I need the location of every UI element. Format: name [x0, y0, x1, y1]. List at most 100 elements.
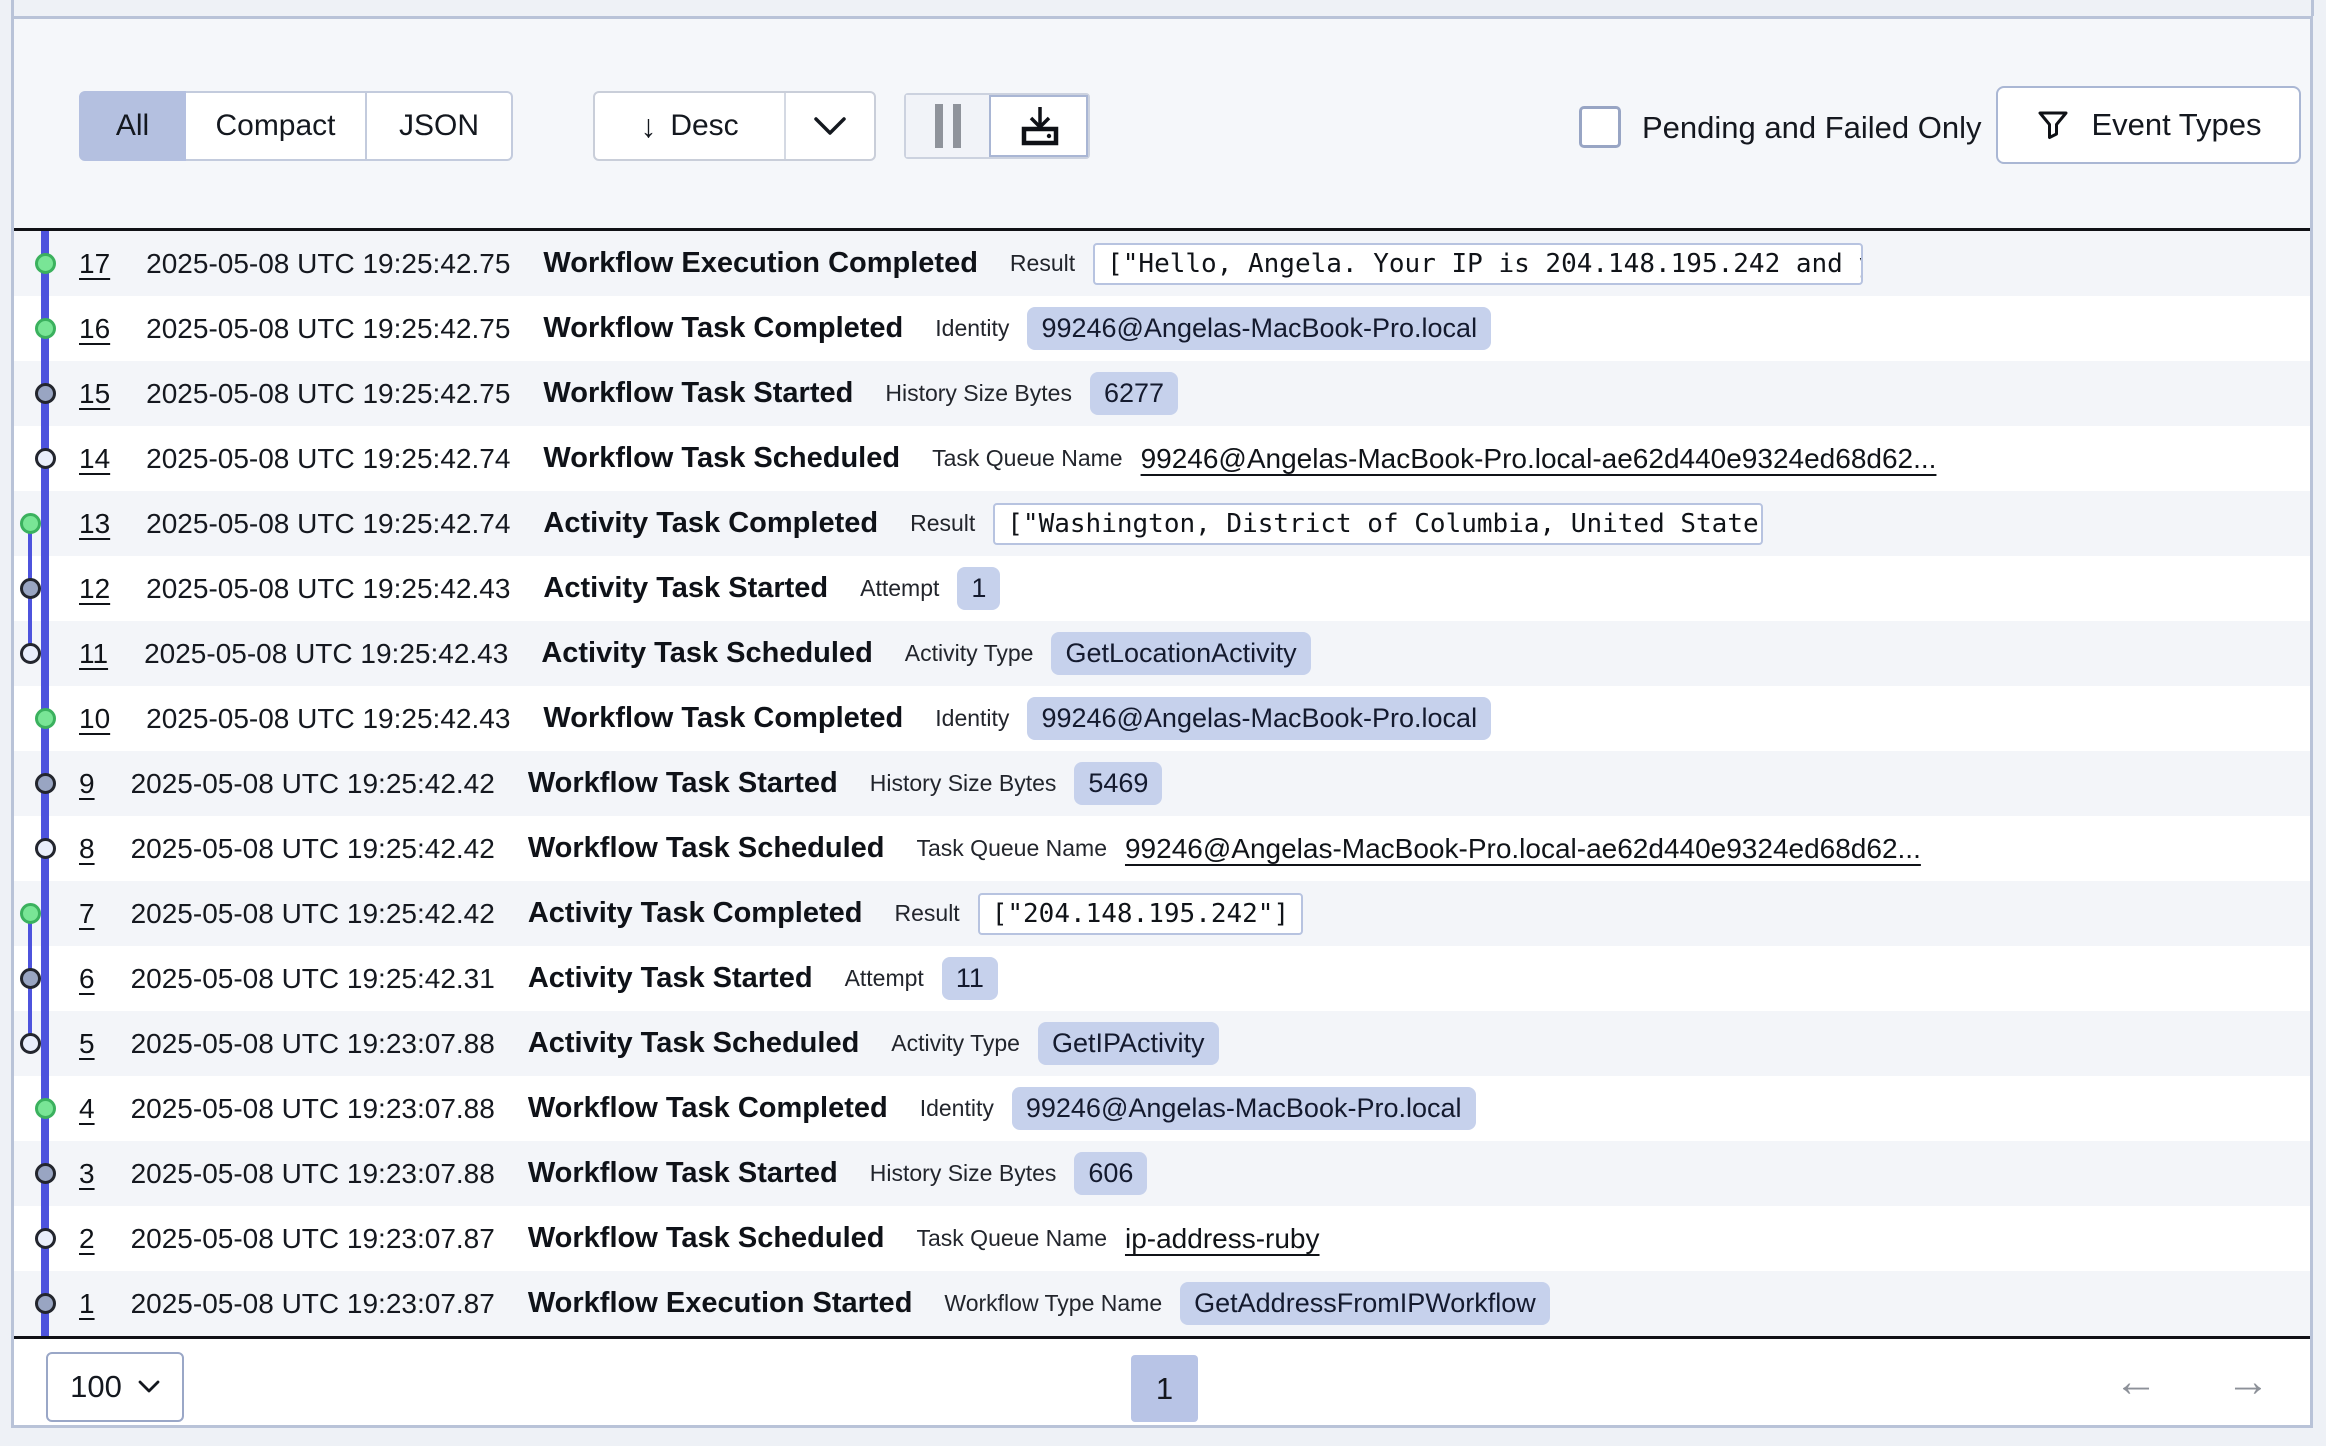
event-attribute-value: ["Washington, District of Columbia, Unit… — [993, 503, 1763, 545]
event-timestamp: 2025-05-08 UTC 19:23:07.88 — [131, 1158, 495, 1190]
event-type-name: Activity Task Started — [528, 962, 813, 995]
event-row[interactable]: 72025-05-08 UTC 19:25:42.42Activity Task… — [14, 881, 2310, 946]
event-type-name: Workflow Task Scheduled — [543, 442, 900, 475]
chevron-down-icon — [813, 116, 847, 136]
event-id-link[interactable]: 17 — [79, 248, 110, 280]
event-id-link[interactable]: 7 — [79, 898, 95, 930]
event-attribute-value: 5469 — [1074, 762, 1162, 805]
event-row[interactable]: 9 2025-05-08 UTC 19:25:42.42 Workflow Task… — [14, 751, 2310, 816]
event-attribute-label: History Size Bytes — [885, 380, 1072, 407]
event-id-link[interactable]: 16 — [79, 313, 110, 345]
sort-label: Desc — [670, 109, 738, 143]
event-timestamp: 2025-05-08 UTC 19:23:07.88 — [131, 1028, 495, 1060]
event-timestamp: 2025-05-08 UTC 19:25:42.42 — [131, 768, 495, 800]
event-timestamp: 2025-05-08 UTC 19:23:07.88 — [131, 1093, 495, 1125]
event-attribute-label: Identity — [935, 705, 1009, 732]
event-id-link[interactable]: 4 — [79, 1093, 95, 1125]
pause-download-group — [904, 93, 1090, 159]
event-row[interactable]: 62025-05-08 UTC 19:25:42.31Activity Task… — [14, 946, 2310, 1011]
event-attribute-label: Workflow Type Name — [944, 1290, 1162, 1317]
event-row[interactable]: 82025-05-08 UTC 19:25:42.42Workflow Task… — [14, 816, 2310, 881]
sort-options-dropdown-button[interactable] — [786, 93, 874, 159]
event-row[interactable]: 4 2025-05-08 UTC 19:23:07.88 Workflow Task… — [14, 1076, 2310, 1141]
event-types-filter-button[interactable]: Event Types — [1996, 86, 2301, 164]
event-type-name: Workflow Execution Completed — [543, 247, 978, 280]
event-attribute-value: 6277 — [1090, 372, 1178, 415]
event-attribute-value: 1 — [957, 567, 1000, 610]
event-id-link[interactable]: 12 — [79, 573, 110, 605]
event-attribute-link[interactable]: 99246@Angelas-MacBook-Pro.local-ae62d440… — [1125, 833, 1921, 865]
event-id-link[interactable]: 1 — [79, 1288, 95, 1320]
sort-order-control: ↓ Desc — [593, 91, 876, 161]
event-type-name: Activity Task Started — [543, 572, 828, 605]
event-type-name: Workflow Task Started — [528, 1157, 838, 1190]
event-id-link[interactable]: 14 — [79, 443, 110, 475]
event-row[interactable]: 122025-05-08 UTC 19:25:42.43Activity Tas… — [14, 556, 2310, 621]
event-row[interactable]: 102025-05-08 UTC 19:25:42.43Workflow Tas… — [14, 686, 2310, 751]
pending-failed-checkbox[interactable] — [1579, 106, 1621, 148]
event-timestamp: 2025-05-08 UTC 19:23:07.87 — [131, 1223, 495, 1255]
event-attribute-link[interactable]: 99246@Angelas-MacBook-Pro.local-ae62d440… — [1141, 443, 1937, 475]
event-id-link[interactable]: 5 — [79, 1028, 95, 1060]
pause-button[interactable] — [906, 95, 989, 157]
event-id-link[interactable]: 15 — [79, 378, 110, 410]
event-timestamp: 2025-05-08 UTC 19:25:42.75 — [146, 378, 510, 410]
download-icon — [1018, 104, 1062, 148]
previous-page-arrow[interactable]: ← — [2114, 1357, 2158, 1407]
event-row[interactable]: 3 2025-05-08 UTC 19:23:07.88 Workflow Task… — [14, 1141, 2310, 1206]
event-row[interactable]: 15 2025-05-08 UTC 19:25:42.75 Workflow Tas… — [14, 361, 2310, 426]
event-id-link[interactable]: 3 — [79, 1158, 95, 1190]
event-type-name: Workflow Task Started — [543, 377, 853, 410]
event-attribute-label: Result — [910, 510, 975, 537]
event-timestamp: 2025-05-08 UTC 19:25:42.43 — [144, 638, 508, 670]
event-timestamp: 2025-05-08 UTC 19:25:42.74 — [146, 508, 510, 540]
event-attribute-link[interactable]: ip-address-ruby — [1125, 1223, 1320, 1255]
event-id-link[interactable]: 9 — [79, 768, 95, 800]
event-row[interactable]: 13 2025-05-08 UTC 19:25:42.74 Activity Tas… — [14, 491, 2310, 556]
event-id-link[interactable]: 11 — [79, 638, 108, 670]
event-row[interactable]: 142025-05-08 UTC 19:25:42.74Workflow Tas… — [14, 426, 2310, 491]
event-id-link[interactable]: 6 — [79, 963, 95, 995]
event-id-link[interactable]: 2 — [79, 1223, 95, 1255]
event-type-name: Workflow Task Scheduled — [528, 1222, 885, 1255]
view-mode-json-button[interactable]: JSON — [367, 91, 513, 161]
frame-border-stub-right — [2311, 0, 2314, 16]
event-row[interactable]: 11 2025-05-08 UTC 19:25:42.43 Activity Tas… — [14, 621, 2310, 686]
event-id-link[interactable]: 10 — [79, 703, 110, 735]
event-id-link[interactable]: 13 — [79, 508, 110, 540]
view-mode-group: All Compact JSON — [79, 91, 513, 161]
download-button[interactable] — [989, 95, 1088, 157]
event-attribute-label: Task Queue Name — [917, 1225, 1107, 1252]
chevron-down-icon — [138, 1380, 160, 1394]
event-row[interactable]: 162025-05-08 UTC 19:25:42.75Workflow Tas… — [14, 296, 2310, 361]
toolbar: All Compact JSON ↓ Desc — [14, 19, 2310, 228]
event-attribute-value: 99246@Angelas-MacBook-Pro.local — [1012, 1087, 1476, 1130]
current-page-indicator[interactable]: 1 — [1131, 1355, 1198, 1422]
event-attribute-label: Task Queue Name — [932, 445, 1122, 472]
event-attribute-label: Result — [895, 900, 960, 927]
event-type-name: Activity Task Completed — [543, 507, 878, 540]
event-attribute-label: Identity — [920, 1095, 994, 1122]
event-type-name: Workflow Task Started — [528, 767, 838, 800]
event-timestamp: 2025-05-08 UTC 19:25:42.42 — [131, 898, 495, 930]
sort-desc-button[interactable]: ↓ Desc — [595, 93, 786, 159]
pause-icon — [935, 104, 943, 148]
page-size-select[interactable]: 100 — [46, 1352, 184, 1422]
event-attribute-value: 11 — [942, 957, 998, 1000]
event-history-panel: All Compact JSON ↓ Desc — [11, 16, 2313, 1428]
event-id-link[interactable]: 8 — [79, 833, 95, 865]
page-size-value: 100 — [70, 1369, 122, 1405]
event-row[interactable]: 12025-05-08 UTC 19:23:07.87Workflow Exec… — [14, 1271, 2310, 1336]
event-attribute-value: ["204.148.195.242"] — [978, 893, 1303, 935]
event-type-name: Activity Task Scheduled — [541, 637, 872, 670]
next-page-arrow[interactable]: → — [2226, 1357, 2270, 1407]
event-row[interactable]: 52025-05-08 UTC 19:23:07.88Activity Task… — [14, 1011, 2310, 1076]
event-row[interactable]: 2 2025-05-08 UTC 19:23:07.87 Workflow Task… — [14, 1206, 2310, 1271]
event-attribute-value: ["Hello, Angela. Your IP is 204.148.195.… — [1093, 243, 1863, 285]
event-attribute-label: Attempt — [860, 575, 939, 602]
event-timestamp: 2025-05-08 UTC 19:25:42.43 — [146, 703, 510, 735]
event-type-name: Workflow Task Completed — [528, 1092, 888, 1125]
view-mode-all-button[interactable]: All — [79, 91, 186, 161]
event-row[interactable]: 172025-05-08 UTC 19:25:42.75Workflow Exe… — [14, 231, 2310, 296]
view-mode-compact-button[interactable]: Compact — [186, 91, 367, 161]
